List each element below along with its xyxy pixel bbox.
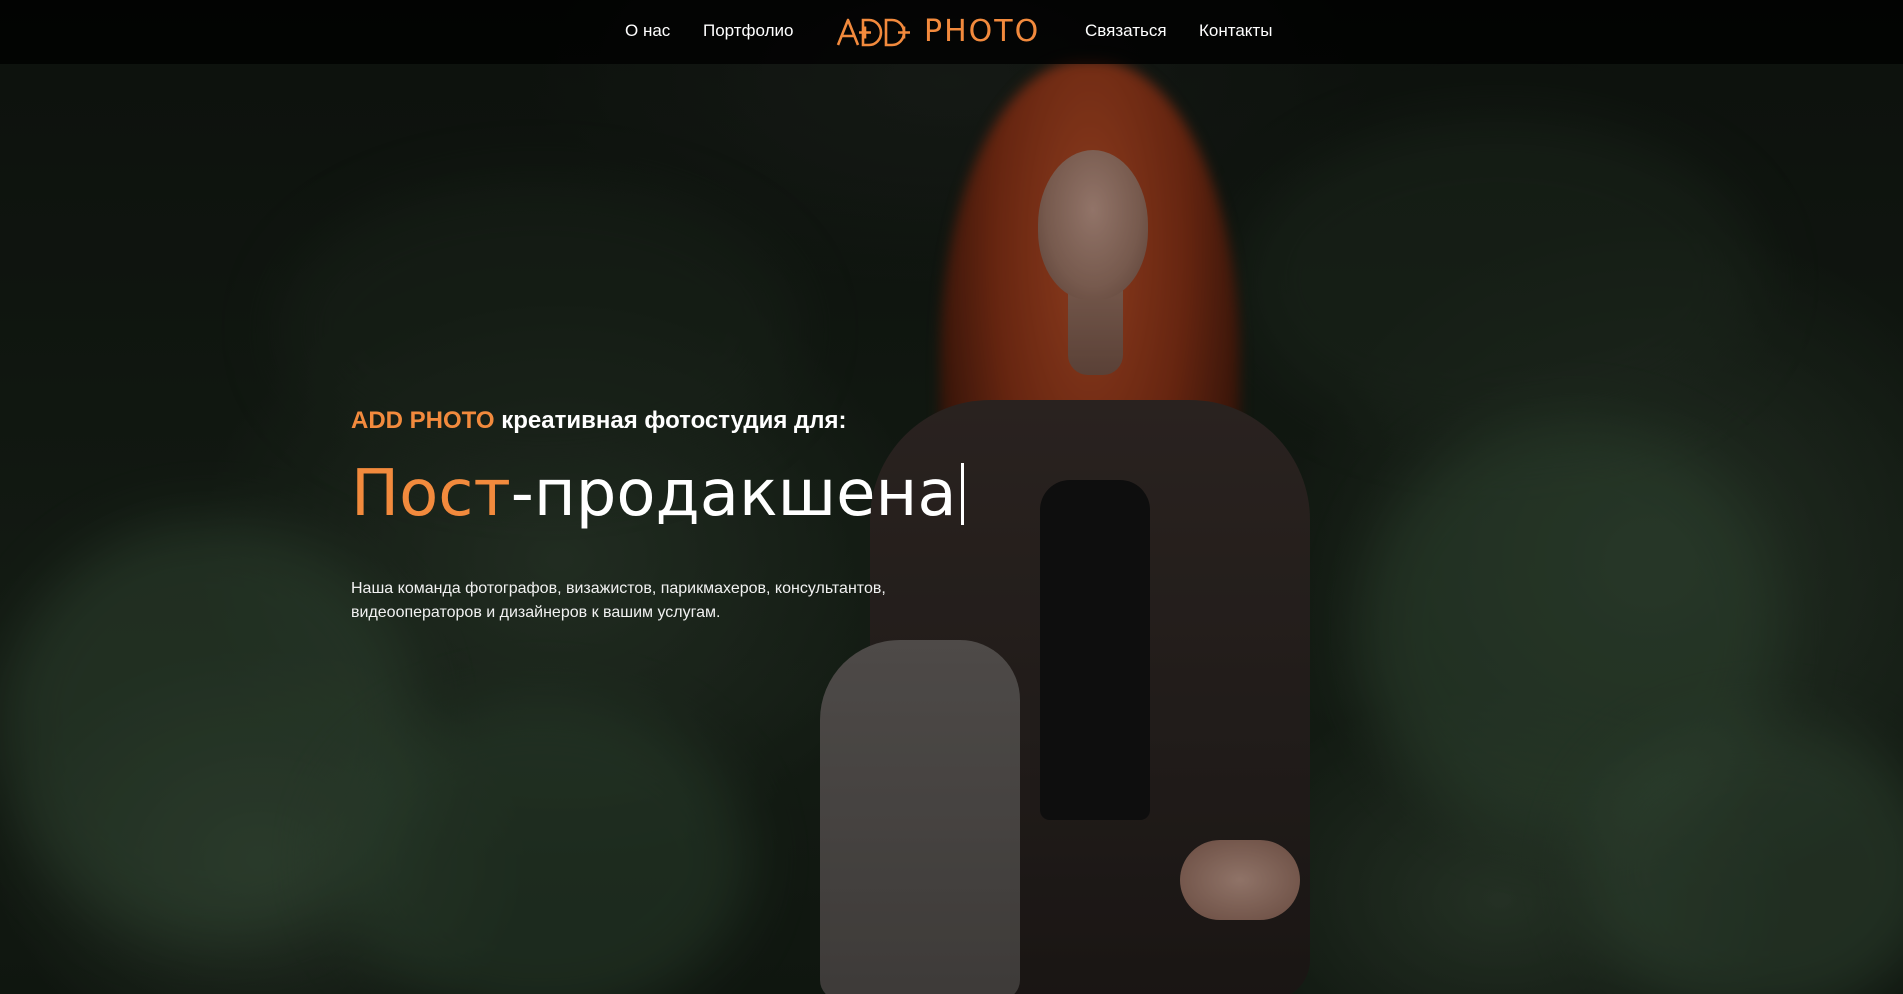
hero-headline: Пост-продакшена [351,454,1051,534]
description-line: видеооператоров и дизайнеров к вашим усл… [351,603,721,621]
headline-accent-word: Пост [351,457,511,531]
description-line: Наша команда фотографов, визажистов, пар… [351,579,886,597]
hero-text-block: ADD PHOTO креативная фотостудия для: Пос… [351,404,1051,641]
site-logo[interactable]: PHOTO [836,14,1040,50]
hero-tagline: ADD PHOTO креативная фотостудия для: [351,404,1051,438]
top-navbar: О нас Портфолио PHOTO Связаться Контакты [0,0,1903,64]
headline-rest: -продакшена [510,457,957,531]
nav-link-contacts[interactable]: Контакты [1199,21,1272,41]
add-logo-icon [836,18,910,47]
tagline-brand: ADD PHOTO [351,407,495,434]
typing-cursor [960,463,964,525]
tagline-text: креативная фотостудия для: [501,407,847,434]
nav-link-contact-us[interactable]: Связаться [1085,21,1167,41]
logo-text: PHOTO [924,14,1041,49]
hero-description: Наша команда фотографов, визажистов, пар… [351,577,1051,625]
nav-link-portfolio[interactable]: Портфолио [703,21,793,41]
nav-link-about[interactable]: О нас [625,21,670,41]
